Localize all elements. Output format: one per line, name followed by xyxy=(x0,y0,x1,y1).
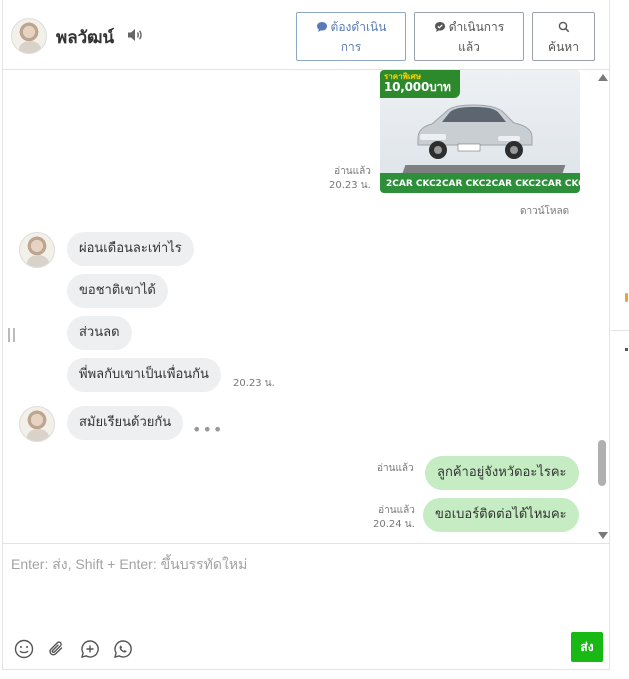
send-button[interactable]: ส่ง xyxy=(571,632,603,662)
sender-avatar[interactable] xyxy=(19,232,55,268)
chevron-up-icon[interactable] xyxy=(598,74,608,81)
incoming-message[interactable]: สมัยเรียนด้วยกัน xyxy=(67,406,184,440)
message-input[interactable] xyxy=(3,544,609,628)
adjacent-panel-divider xyxy=(611,330,629,331)
car-image-attachment[interactable]: ราคาพิเศษ 10,000บาท 2CAR CKC2CAR CKC2CAR… xyxy=(380,70,580,193)
emoji-icon[interactable] xyxy=(14,639,34,659)
more-options-icon[interactable]: ••• xyxy=(192,420,223,439)
outgoing-message[interactable]: ขอเบอร์ติดต่อได้ไหมคะ xyxy=(423,498,579,532)
image-ribbon xyxy=(402,165,566,173)
add-chat-icon[interactable] xyxy=(80,639,100,659)
adjacent-panel-edge xyxy=(611,0,629,679)
incoming-time: 20.23 น. xyxy=(233,378,275,389)
search-icon xyxy=(558,21,569,33)
paperclip-icon[interactable] xyxy=(47,639,67,659)
incoming-message[interactable]: ผ่อนเดือนละเท่าไร xyxy=(67,232,194,266)
image-footer-text: 2CAR CKC2CAR CKC2CAR CKC2CAR CKC xyxy=(380,173,580,193)
chat-panel: พลวัฒน์ ต้องดำเนิน การ ดำเนินการ แล้ว ค้… xyxy=(2,0,610,670)
speaker-icon[interactable] xyxy=(127,28,143,42)
chat-bubble-icon xyxy=(316,22,327,32)
contact-name: พลวัฒน์ xyxy=(56,28,115,48)
message-composer: ส่ง xyxy=(3,543,609,669)
outgoing-read-status: อ่านแล้ว xyxy=(377,463,414,474)
chevron-down-icon[interactable] xyxy=(598,532,608,539)
done-button-label-1: ดำเนินการ xyxy=(448,20,505,34)
pending-button-label-2: การ xyxy=(340,40,362,54)
incoming-message[interactable]: ขอชาติเขาได้ xyxy=(67,274,168,308)
chat-header: พลวัฒน์ ต้องดำเนิน การ ดำเนินการ แล้ว ค้… xyxy=(3,0,609,70)
outgoing-read-status: อ่านแล้ว 20.24 น. xyxy=(373,504,415,532)
whatsapp-icon[interactable] xyxy=(113,639,133,659)
check-circle-icon xyxy=(434,22,445,32)
incoming-message[interactable]: ส่วนลด xyxy=(67,316,132,350)
adjacent-panel-marker xyxy=(625,293,628,302)
contact-avatar[interactable] xyxy=(11,18,47,54)
done-button-label-2: แล้ว xyxy=(458,40,480,54)
read-label: อ่านแล้ว xyxy=(378,505,415,516)
search-button-label: ค้นหา xyxy=(548,40,579,54)
incoming-message[interactable]: พี่พลกับเขาเป็นเพื่อนกัน xyxy=(67,358,221,392)
chat-app: พลวัฒน์ ต้องดำเนิน การ ดำเนินการ แล้ว ค้… xyxy=(0,0,629,679)
download-link[interactable]: ดาวน์โหลด xyxy=(520,204,569,219)
resize-handle[interactable] xyxy=(8,328,15,342)
message-time: 20.24 น. xyxy=(373,519,415,530)
banner-price: 10,000บาท xyxy=(384,80,451,94)
read-label: อ่านแล้ว xyxy=(334,166,371,177)
message-scrollbar[interactable] xyxy=(595,70,609,543)
done-status-button[interactable]: ดำเนินการ แล้ว xyxy=(414,12,524,61)
pending-status-button[interactable]: ต้องดำเนิน การ xyxy=(296,12,406,61)
adjacent-panel-marker xyxy=(625,348,628,351)
search-button[interactable]: ค้นหา xyxy=(532,12,595,61)
message-list[interactable]: ราคาพิเศษ 10,000บาท 2CAR CKC2CAR CKC2CAR… xyxy=(3,70,595,543)
message-time: 20.23 น. xyxy=(329,180,371,191)
pending-button-label-1: ต้องดำเนิน xyxy=(330,20,387,34)
scrollbar-thumb[interactable] xyxy=(598,440,606,486)
car-illustration xyxy=(417,104,533,159)
image-read-status: อ่านแล้ว 20.23 น. xyxy=(329,165,371,193)
sender-avatar[interactable] xyxy=(19,406,55,442)
outgoing-message[interactable]: ลูกค้าอยู่จังหวัดอะไรคะ xyxy=(425,456,579,490)
image-banner: ราคาพิเศษ 10,000บาท xyxy=(380,70,460,98)
